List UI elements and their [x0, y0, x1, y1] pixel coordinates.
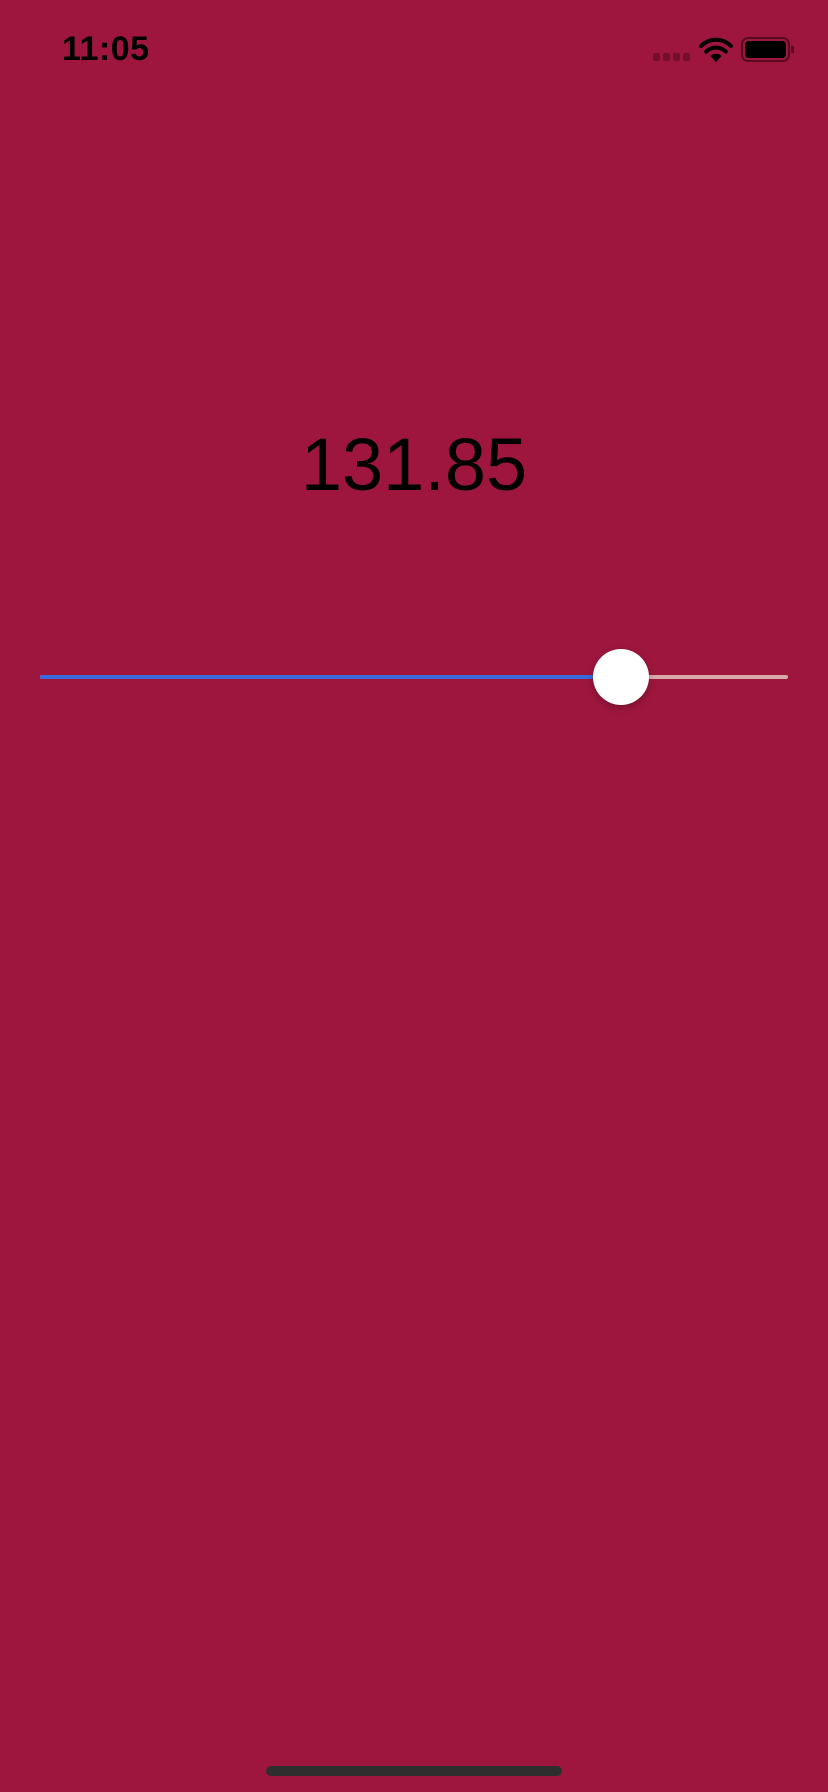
app-screen: 11:05 131.85 — [0, 0, 828, 1792]
status-time: 11:05 — [62, 30, 150, 68]
status-bar: 11:05 — [0, 0, 828, 100]
wifi-icon — [699, 37, 733, 62]
slider-thumb[interactable] — [593, 649, 649, 705]
cell-signal-icon — [653, 53, 691, 61]
home-indicator[interactable] — [266, 1766, 562, 1776]
slider-fill — [40, 675, 621, 679]
value-slider[interactable] — [40, 647, 788, 707]
battery-icon — [741, 37, 794, 62]
value-label: 131.85 — [300, 423, 528, 506]
